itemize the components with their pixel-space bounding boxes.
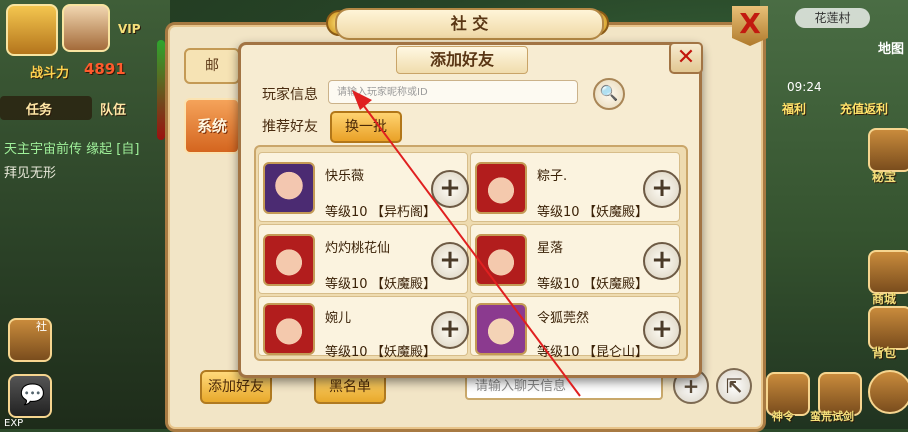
dialog-title: 添加好友	[396, 46, 528, 74]
player-faction: 【异朽阁】	[371, 205, 437, 220]
list-item: 星落 等级10 【妖魔殿】 +	[470, 224, 681, 294]
player-level: 等级10	[537, 277, 580, 292]
welfare-button[interactable]: 福利	[782, 100, 806, 117]
welfare-icon[interactable]	[775, 88, 811, 96]
player-search-input[interactable]: 请输入玩家昵称或ID	[328, 80, 578, 104]
player-name: 快乐薇	[325, 169, 365, 184]
recharge-button[interactable]: 充值返利	[840, 100, 888, 117]
player-name: 婉儿	[325, 311, 352, 326]
pet-avatar[interactable]	[62, 4, 110, 52]
recommend-label: 推荐好友	[262, 119, 318, 135]
list-item: 婉儿 等级10 【妖魔殿】 +	[258, 296, 469, 360]
chat-bubble-button[interactable]: 💬	[8, 374, 52, 418]
right-scene-area	[760, 0, 908, 429]
treasure-label: 秘宝	[872, 170, 897, 184]
shop-icon[interactable]	[868, 250, 908, 294]
list-item: 快乐薇 等级10 【异朽阁】 +	[258, 152, 469, 222]
close-icon: ✕	[676, 45, 696, 70]
vip-label: VIP	[118, 22, 141, 36]
add-friend-button[interactable]: +	[431, 242, 469, 280]
exp-label: EXP	[4, 418, 24, 429]
player-level: 等级10	[325, 205, 368, 220]
add-friend-button[interactable]: +	[643, 242, 681, 280]
avatar	[263, 234, 315, 286]
player-name: 星落	[537, 241, 564, 256]
close-dialog-button[interactable]: ✕	[669, 42, 703, 74]
avatar	[263, 162, 315, 214]
player-name: 令狐莞然	[537, 311, 590, 326]
shop-label: 商城	[872, 292, 897, 306]
plus-icon: +	[651, 314, 673, 344]
order-label: 神令	[772, 410, 794, 423]
player-name: 灼灼桃花仙	[325, 241, 391, 256]
avatar	[475, 303, 527, 355]
social-title: 社 交	[335, 8, 604, 40]
player-level: 等级10	[537, 205, 580, 220]
share-button[interactable]: ⇱	[716, 368, 752, 404]
power-value: 4891	[84, 60, 126, 78]
tab-mail[interactable]: 邮	[184, 48, 240, 84]
refresh-button[interactable]: 换一批	[330, 111, 402, 143]
map-button[interactable]: 地图	[878, 38, 904, 57]
list-item: 灼灼桃花仙 等级10 【妖魔殿】 +	[258, 224, 469, 294]
list-item: 粽子. 等级10 【妖魔殿】 +	[470, 152, 681, 222]
treasure-icon[interactable]	[868, 128, 908, 172]
skill-icon[interactable]	[868, 370, 908, 414]
social-shortcut-button[interactable]: 社	[8, 318, 52, 362]
search-button[interactable]: 🔍	[593, 78, 625, 110]
village-label: 花莲村	[795, 8, 870, 28]
add-friend-button[interactable]: +	[643, 311, 681, 349]
chat-bubble-icon: 💬	[20, 382, 45, 406]
chat-line-2: 拜见无形	[4, 166, 57, 181]
player-level: 等级10	[325, 277, 368, 292]
avatar	[475, 234, 527, 286]
player-faction: 【妖魔殿】	[583, 277, 649, 292]
plus-icon: +	[651, 173, 673, 203]
avatar	[475, 162, 527, 214]
plus-icon: +	[439, 245, 461, 275]
trial-label: 蛮荒试剑	[810, 410, 854, 423]
tassel-decoration-icon	[157, 40, 165, 140]
close-social-button[interactable]: X	[732, 6, 768, 46]
player-faction: 【妖魔殿】	[583, 205, 649, 220]
plus-icon: +	[651, 245, 673, 275]
team-tab[interactable]: 队伍	[100, 99, 126, 118]
player-name: 粽子.	[537, 169, 568, 184]
list-item: 令狐莞然 等级10 【昆仑山】 +	[470, 296, 681, 360]
add-friend-button[interactable]: +	[431, 170, 469, 208]
share-icon: ⇱	[725, 374, 743, 398]
bag-label: 背包	[872, 346, 897, 360]
player-faction: 【妖魔殿】	[371, 345, 437, 360]
social-shortcut-label: 社	[36, 320, 47, 333]
player-faction: 【昆仑山】	[583, 345, 649, 360]
avatar	[263, 303, 315, 355]
search-icon: 🔍	[599, 84, 619, 102]
system-button[interactable]: 系统	[184, 98, 240, 154]
add-friend-button[interactable]: +	[431, 311, 469, 349]
task-tab[interactable]: 任务	[26, 99, 52, 118]
add-friend-button[interactable]: +	[643, 170, 681, 208]
close-x-icon: X	[739, 7, 761, 40]
player-faction: 【妖魔殿】	[371, 277, 437, 292]
player-info-label: 玩家信息	[262, 87, 318, 103]
player-level: 等级10	[537, 345, 580, 360]
player-avatar[interactable]	[6, 4, 58, 56]
plus-icon: +	[439, 314, 461, 344]
plus-icon: +	[439, 173, 461, 203]
chat-line-1: 天主宇宙前传 缘起 [自]	[4, 142, 140, 157]
player-level: 等级10	[325, 345, 368, 360]
power-label: 战斗力	[30, 66, 70, 81]
